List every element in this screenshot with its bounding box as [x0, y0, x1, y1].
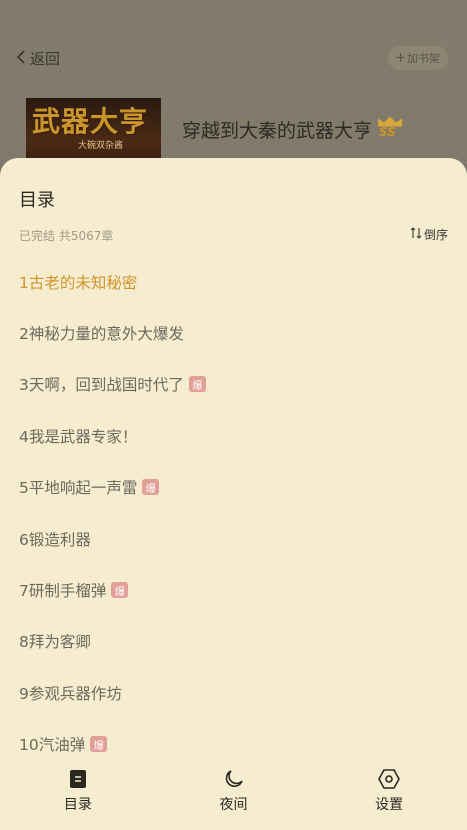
- chapter-item[interactable]: 1古老的未知秘密: [0, 256, 467, 307]
- hot-badge: 爆: [142, 479, 160, 496]
- nav-night[interactable]: 夜间: [156, 758, 312, 830]
- nav-toc[interactable]: 目录: [0, 758, 156, 830]
- cover-author: 大碗双杂酱: [78, 141, 124, 151]
- nav-settings[interactable]: 设置: [311, 758, 467, 830]
- chapter-item[interactable]: 8拜为客卿: [0, 616, 467, 667]
- chapter-label: 10汽油弹: [19, 736, 86, 755]
- chapter-label: 9参观兵器作坊: [19, 684, 122, 703]
- nav-settings-label: 设置: [375, 797, 404, 813]
- hexagon-gear-icon: [378, 768, 401, 790]
- chapter-list: 1古老的未知秘密 2神秘力量的意外大爆发 3天啊，回到战国时代了爆 4我是武器专家！ 5…: [0, 256, 467, 770]
- chapter-label: 8拜为客卿: [19, 633, 91, 652]
- book-title: 穿越到大秦的武器大亨: [182, 120, 373, 142]
- back-button[interactable]: 返回: [16, 46, 60, 70]
- chapter-item[interactable]: 9参观兵器作坊: [0, 667, 467, 718]
- chapter-item[interactable]: 2神秘力量的意外大爆发: [0, 307, 467, 358]
- plus-icon: [396, 52, 405, 65]
- chapter-label: 1古老的未知秘密: [19, 273, 138, 292]
- moon-icon: [223, 768, 245, 790]
- hot-badge: 爆: [111, 582, 129, 599]
- add-to-shelf-button[interactable]: 加书架: [388, 46, 448, 70]
- back-label: 返回: [30, 49, 61, 68]
- nav-night-label: 夜间: [219, 797, 248, 813]
- hot-badge: 爆: [188, 376, 206, 393]
- sort-order-button[interactable]: 倒序: [410, 226, 448, 243]
- add-to-shelf-label: 加书架: [407, 52, 440, 65]
- book-title-row: 穿越到大秦的武器大亨 SS: [182, 116, 404, 143]
- chapter-item[interactable]: 5平地响起一声雷爆: [0, 462, 467, 513]
- ss-rank-label: SS: [379, 124, 396, 139]
- sort-arrows-icon: [410, 227, 422, 242]
- chapter-label: 5平地响起一声雷: [19, 479, 138, 498]
- ss-rank-badge: SS: [376, 116, 404, 141]
- cover-title: 武器大亨: [32, 105, 149, 138]
- sort-order-label: 倒序: [423, 228, 448, 242]
- chapter-label: 6锻造利器: [19, 530, 91, 549]
- chapter-label: 4我是武器专家！: [19, 427, 138, 446]
- toc-sheet: 目录 已完结 共5067章 倒序 1古老的未知秘密 2神秘力量的意外大爆发 3天啊，…: [0, 158, 467, 830]
- chapter-item[interactable]: 6锻造利器: [0, 513, 467, 564]
- top-bar: 返回 加书架: [0, 40, 467, 76]
- chapter-label: 3天啊，回到战国时代了: [19, 376, 184, 395]
- toc-title: 目录: [19, 190, 55, 211]
- nav-toc-label: 目录: [63, 797, 92, 813]
- chevron-left-icon: [16, 49, 26, 67]
- toc-meta: 已完结 共5067章: [19, 229, 114, 243]
- hot-badge: 爆: [90, 736, 108, 753]
- bottom-nav: 目录 夜间 设置: [0, 758, 467, 830]
- chapter-item[interactable]: 3天啊，回到战国时代了爆: [0, 359, 467, 410]
- chapter-item[interactable]: 7研制手榴弹爆: [0, 564, 467, 615]
- chapter-item[interactable]: 4我是武器专家！: [0, 410, 467, 461]
- chapter-label: 7研制手榴弹: [19, 582, 107, 601]
- chapter-label: 2神秘力量的意外大爆发: [19, 325, 184, 344]
- book-icon: [67, 768, 89, 790]
